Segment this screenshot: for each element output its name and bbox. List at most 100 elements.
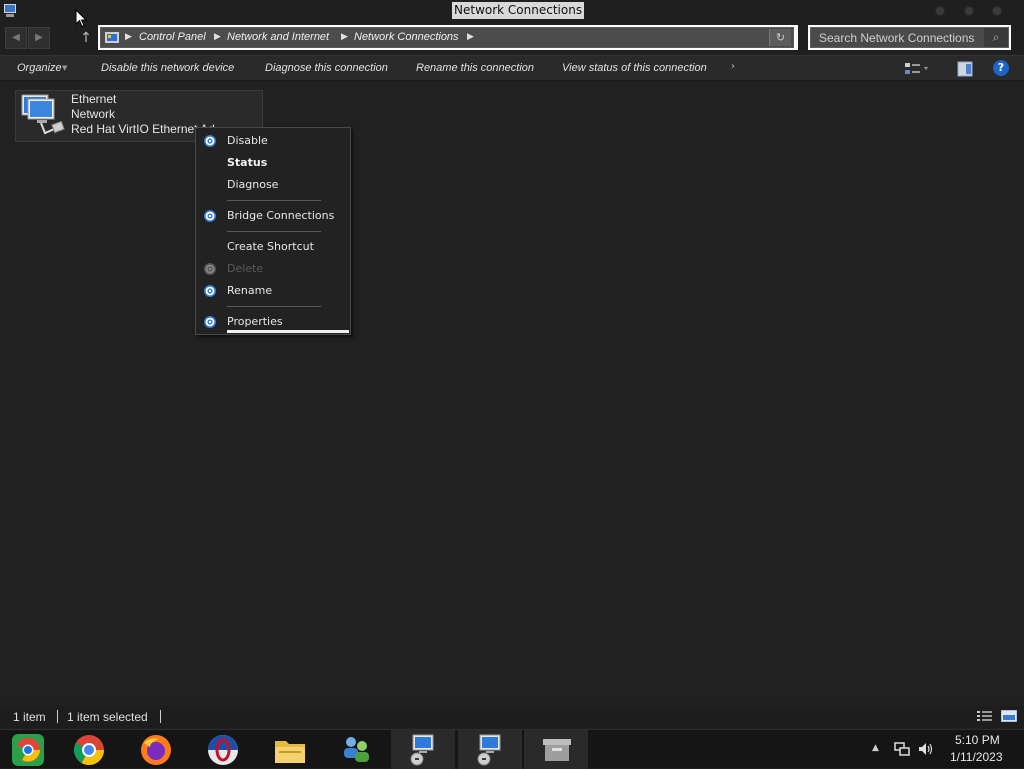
diagnose-connection-button[interactable]: Diagnose this connection bbox=[265, 62, 388, 74]
menu-item-disable[interactable]: Disable bbox=[196, 131, 350, 151]
menu-item-label: Delete bbox=[227, 262, 264, 275]
show-hidden-icons-icon[interactable]: ▲ bbox=[872, 743, 879, 753]
taskbar-network-people[interactable] bbox=[323, 730, 387, 769]
refresh-button[interactable]: ↻ bbox=[769, 29, 791, 46]
menu-item-label: Bridge Connections bbox=[227, 209, 335, 222]
disable-device-button[interactable]: Disable this network device bbox=[101, 62, 234, 74]
breadcrumb-separator-icon[interactable]: ▶ bbox=[467, 32, 474, 42]
network-connections-icon bbox=[477, 734, 501, 766]
window-title: Network Connections bbox=[452, 2, 585, 19]
network-tray-icon[interactable] bbox=[894, 742, 910, 756]
menu-item-rename[interactable]: Rename bbox=[196, 281, 350, 301]
back-button[interactable]: ◀ bbox=[5, 27, 27, 49]
menu-item-label: Create Shortcut bbox=[227, 240, 314, 253]
taskbar-firefox[interactable] bbox=[123, 730, 187, 769]
connection-network: Network bbox=[71, 107, 116, 121]
menu-separator bbox=[227, 200, 321, 201]
context-menu: Disable Status Diagnose Bridge Connectio… bbox=[195, 127, 351, 335]
preview-pane-icon[interactable] bbox=[957, 61, 973, 77]
menu-item-status[interactable]: Status bbox=[196, 153, 350, 173]
search-input[interactable]: Search Network Connections bbox=[819, 31, 974, 45]
selected-count: 1 item selected bbox=[67, 710, 148, 724]
menu-item-label: Rename bbox=[227, 284, 273, 297]
forward-button[interactable]: ▶ bbox=[28, 27, 50, 49]
menu-item-label: Properties bbox=[227, 315, 283, 328]
network-connections-app-icon bbox=[4, 4, 16, 17]
connection-adapter: Red Hat VirtIO Ethernet Ad bbox=[71, 122, 215, 136]
chromium-icon bbox=[12, 734, 44, 766]
search-icon[interactable]: ⌕ bbox=[984, 28, 1008, 47]
taskbar-network-connections-2[interactable] bbox=[458, 730, 522, 769]
menu-item-diagnose[interactable]: Diagnose bbox=[196, 175, 350, 195]
volume-icon[interactable] bbox=[918, 742, 934, 756]
menu-item-delete: Delete bbox=[196, 259, 350, 279]
network-adapter-icon bbox=[21, 94, 65, 135]
large-icons-view-icon[interactable] bbox=[1001, 710, 1017, 722]
shield-gear-icon bbox=[204, 285, 216, 297]
clock-date[interactable]: 1/11/2023 bbox=[950, 750, 1003, 764]
menu-item-label: Disable bbox=[227, 134, 268, 147]
taskbar: ▲ 5:10 PM 1/11/2023 bbox=[0, 729, 1024, 769]
change-view-icon[interactable] bbox=[904, 61, 930, 77]
rename-connection-button[interactable]: Rename this connection bbox=[416, 62, 534, 74]
explorer-window: Network Connections ◀ ▶ ↑ ▶ Control Pane… bbox=[0, 0, 1024, 729]
address-bar[interactable]: ▶ Control Panel ▶ Network and Internet ▶… bbox=[98, 25, 798, 50]
breadcrumb-control-panel[interactable]: Control Panel bbox=[139, 31, 206, 43]
menu-item-label: Diagnose bbox=[227, 178, 279, 191]
archive-icon bbox=[543, 739, 571, 761]
search-box[interactable]: Search Network Connections ⌕ bbox=[808, 25, 1011, 50]
firefox-icon bbox=[141, 735, 171, 765]
shield-gear-icon bbox=[204, 210, 216, 222]
mouse-cursor-icon bbox=[75, 9, 87, 28]
menu-item-label: Status bbox=[227, 156, 268, 169]
breadcrumb-network-and-internet[interactable]: Network and Internet bbox=[227, 31, 329, 43]
menu-item-bridge-connections[interactable]: Bridge Connections bbox=[196, 206, 350, 226]
breadcrumb-separator-icon[interactable]: ▶ bbox=[214, 32, 221, 42]
taskbar-file-explorer[interactable] bbox=[257, 730, 321, 769]
minimize-button[interactable] bbox=[935, 6, 945, 16]
menu-separator bbox=[227, 306, 321, 307]
up-arrow-icon[interactable]: ↑ bbox=[78, 27, 94, 49]
close-button[interactable] bbox=[992, 6, 1002, 16]
clock-time[interactable]: 5:10 PM bbox=[955, 733, 1000, 747]
menu-focus-indicator bbox=[227, 330, 349, 333]
connection-name: Ethernet bbox=[71, 92, 117, 106]
organize-button[interactable]: Organize bbox=[17, 62, 62, 74]
opera-icon bbox=[208, 735, 238, 765]
file-explorer-icon bbox=[275, 741, 305, 763]
details-view-icon[interactable] bbox=[977, 710, 993, 722]
shield-gear-icon bbox=[204, 135, 216, 147]
taskbar-chromium[interactable] bbox=[0, 730, 59, 769]
breadcrumb-separator-icon[interactable]: ▶ bbox=[125, 32, 132, 42]
view-status-button[interactable]: View status of this connection bbox=[562, 62, 707, 74]
menu-item-properties[interactable]: Properties bbox=[196, 312, 350, 332]
status-separator bbox=[160, 710, 161, 723]
item-count: 1 item bbox=[13, 710, 46, 724]
network-people-icon bbox=[344, 737, 369, 762]
help-icon[interactable]: ? bbox=[993, 60, 1009, 76]
status-bar: 1 item 1 item selected bbox=[0, 706, 1024, 728]
taskbar-archive[interactable] bbox=[524, 730, 588, 769]
chrome-icon bbox=[73, 735, 104, 766]
title-bar[interactable]: Network Connections bbox=[0, 0, 1024, 22]
taskbar-network-connections-1[interactable] bbox=[391, 730, 455, 769]
breadcrumb: ▶ Control Panel ▶ Network and Internet ▶… bbox=[100, 27, 794, 48]
chevron-down-icon[interactable]: ▼ bbox=[62, 64, 67, 72]
more-commands-chevron-icon[interactable]: › bbox=[731, 61, 735, 72]
taskbar-opera[interactable] bbox=[190, 730, 254, 769]
maximize-button[interactable] bbox=[964, 6, 974, 16]
control-panel-icon bbox=[105, 32, 119, 43]
file-list[interactable]: Ethernet Network Red Hat VirtIO Ethernet… bbox=[0, 82, 1024, 702]
taskbar-chrome[interactable] bbox=[56, 730, 120, 769]
command-bar: Organize ▼ Disable this network device D… bbox=[0, 55, 1024, 81]
network-connections-icon bbox=[410, 734, 434, 766]
search-field[interactable]: Search Network Connections ⌕ bbox=[810, 27, 1009, 48]
breadcrumb-separator-icon[interactable]: ▶ bbox=[341, 32, 348, 42]
menu-separator bbox=[227, 231, 321, 232]
breadcrumb-network-connections[interactable]: Network Connections bbox=[354, 31, 459, 43]
shield-gear-icon bbox=[204, 316, 216, 328]
menu-item-create-shortcut[interactable]: Create Shortcut bbox=[196, 237, 350, 257]
navigation-bar: ◀ ▶ ↑ ▶ Control Panel ▶ Network and Inte… bbox=[0, 22, 1024, 52]
shield-gear-icon bbox=[204, 263, 216, 275]
status-separator bbox=[57, 710, 58, 723]
